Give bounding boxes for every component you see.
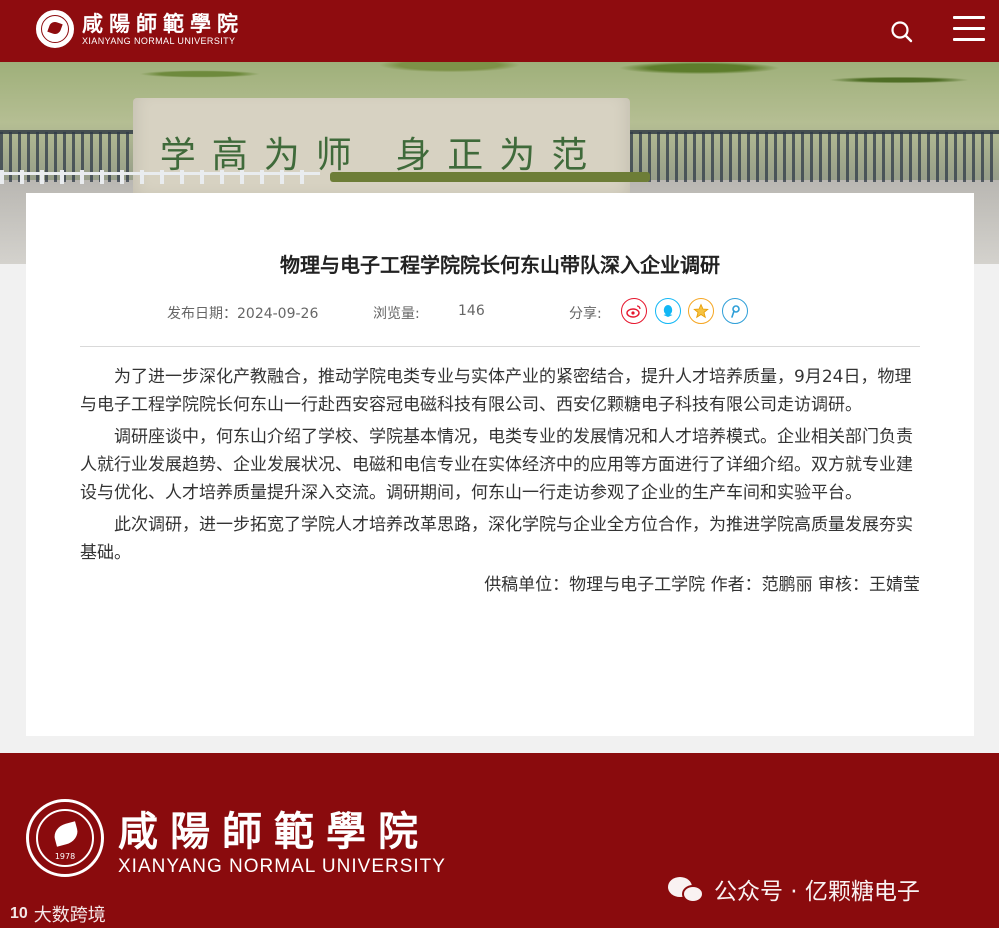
article-title: 物理与电子工程学院院长何东山带队深入企业调研 xyxy=(280,253,720,277)
view-count-value: 146 xyxy=(458,303,485,319)
search-button[interactable] xyxy=(889,19,915,45)
share-label: 分享: xyxy=(569,306,602,322)
publish-date-label: 发布日期： xyxy=(167,306,237,322)
publish-date-value: 2024-09-26 xyxy=(237,306,319,322)
hamburger-menu-icon xyxy=(953,16,985,19)
article-paragraph-2: 调研座谈中，何东山介绍了学校、学院基本情况，电类专业的发展情况和人才培养模式。企… xyxy=(80,427,913,503)
top-header: 咸陽師範學院 XIANYANG NORMAL UNIVERSITY xyxy=(0,0,999,62)
article-body: 为了进一步深化产教融合，推动学院电类专业与实体产业的紧密结合，提升人才培养质量，… xyxy=(80,363,920,599)
tencent-weibo-icon xyxy=(731,305,740,318)
university-seal-icon xyxy=(36,10,74,48)
view-count-label: 浏览量: xyxy=(373,306,420,322)
search-icon xyxy=(891,21,913,43)
wechat-icon xyxy=(668,875,704,903)
header-logo-en: XIANYANG NORMAL UNIVERSITY xyxy=(82,35,236,46)
qzone-icon xyxy=(693,303,709,319)
article-paragraph-1: 为了进一步深化产教融合，推动学院电类专业与实体产业的紧密结合，提升人才培养质量，… xyxy=(80,367,912,415)
share-weibo-button[interactable] xyxy=(621,298,647,324)
weibo-icon xyxy=(626,305,641,318)
share-qzone-button[interactable] xyxy=(688,298,714,324)
page-footer: 1978 咸陽師範學院 XIANYANG NORMAL UNIVERSITY 公… xyxy=(0,753,999,928)
qq-icon xyxy=(663,305,673,317)
watermark-left-text: 大数跨境 xyxy=(33,905,106,926)
bottom-left-watermark: 10 大数跨境 xyxy=(10,901,106,927)
title-divider xyxy=(80,346,920,347)
article-source-line: 供稿单位：物理与电子工学院 作者：范鹏丽 审核：王婧莹 xyxy=(484,575,920,595)
footer-seal-year: 1978 xyxy=(54,852,76,861)
share-qq-button[interactable] xyxy=(655,298,681,324)
menu-button[interactable] xyxy=(953,16,985,44)
publish-date: 发布日期：2024-09-26 xyxy=(167,303,318,323)
footer-logo-en: XIANYANG NORMAL UNIVERSITY xyxy=(118,856,446,877)
header-logo[interactable]: 咸陽師範學院 XIANYANG NORMAL UNIVERSITY xyxy=(36,10,244,48)
wechat-watermark: 公众号 · 亿颗糖电子 xyxy=(668,872,920,906)
footer-seal-icon: 1978 xyxy=(26,799,104,877)
article-card: 物理与电子工程学院院长何东山带队深入企业调研 发布日期：2024-09-26 浏… xyxy=(26,193,974,736)
wechat-watermark-text: 公众号 · 亿颗糖电子 xyxy=(714,879,920,905)
header-logo-cn: 咸陽師範學院 xyxy=(82,10,244,36)
watermark-logo-icon: 10 xyxy=(10,905,28,922)
footer-logo-cn: 咸陽師範學院 xyxy=(118,808,430,855)
share-tencent-weibo-button[interactable] xyxy=(722,298,748,324)
article-paragraph-3: 此次调研，进一步拓宽了学院人才培养改革思路，深化学院与企业全方位合作，为推进学院… xyxy=(80,515,913,563)
